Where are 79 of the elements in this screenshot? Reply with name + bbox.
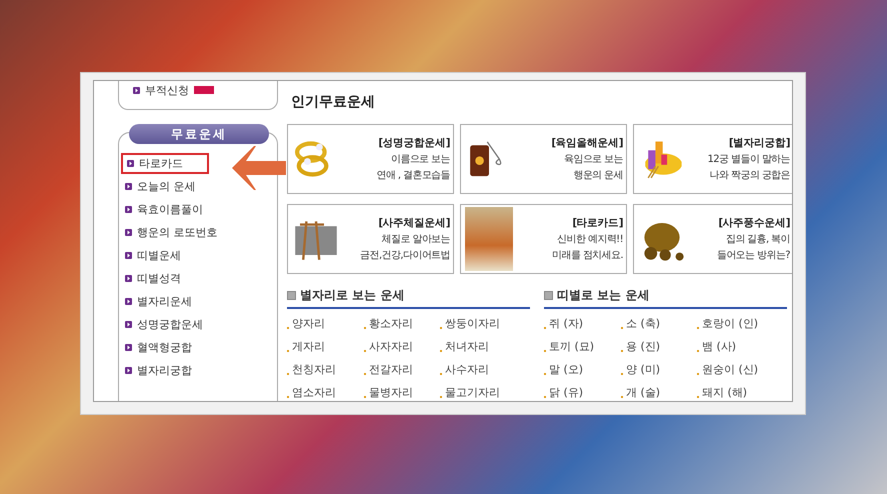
card-text: 들어오는 방위는?: [716, 249, 790, 262]
bullet-icon: [125, 229, 132, 236]
list-link[interactable]: 게자리: [292, 339, 325, 354]
menu-link[interactable]: 행운의 로또번호: [121, 222, 218, 243]
list-link[interactable]: 물고기자리: [445, 385, 500, 400]
card-title: [별자리궁합]: [728, 136, 790, 150]
list-link[interactable]: 뱀 (사): [702, 339, 736, 354]
card-title: [사주체질운세]: [378, 216, 450, 230]
list-link[interactable]: 닭 (유): [549, 385, 584, 400]
menu-link[interactable]: 별자리궁합: [121, 360, 209, 381]
card-title: [사주풍수운세]: [718, 216, 790, 230]
list-link[interactable]: 소 (축): [626, 316, 660, 331]
card-text: 미래를 점치세요.: [552, 249, 623, 262]
list-link[interactable]: 양 (미): [626, 362, 660, 377]
list-link[interactable]: 황소자리: [369, 316, 413, 331]
bullet-icon: [125, 275, 132, 282]
list-link[interactable]: 호랑이 (인): [702, 316, 758, 331]
bullet-icon: [125, 321, 132, 328]
menu-link[interactable]: 띠별성격: [121, 268, 209, 289]
list-link[interactable]: 처녀자리: [445, 339, 489, 354]
menu-link[interactable]: 타로카드: [121, 153, 209, 174]
list-link[interactable]: 사수자리: [445, 362, 489, 377]
list-link[interactable]: 용 (진): [626, 339, 660, 354]
card-text: 연애 , 결혼모습들: [376, 169, 450, 182]
bullet-icon: [133, 86, 140, 94]
card-text: 신비한 예지력!!: [557, 233, 623, 246]
card-text: 집의 길흉, 복이: [726, 233, 790, 246]
card[interactable]: [사주풍수운세] 집의 길흉, 복이 들어오는 방위는?: [633, 204, 792, 274]
bullet-icon: [125, 206, 132, 213]
list-link[interactable]: 돼지 (해): [702, 385, 748, 400]
card-text: 육임으로 보는: [564, 153, 623, 166]
section-title: 인기무료운세: [290, 93, 376, 111]
square-icon: [287, 290, 296, 300]
list-link[interactable]: 개 (술): [626, 385, 660, 400]
card-title: [성명궁합운세]: [378, 136, 450, 150]
card[interactable]: [사주체질운세] 체질로 알아보는 금전,건강,다이어트법: [287, 204, 454, 274]
card[interactable]: [타로카드] 신비한 예지력!! 미래를 점치세요.: [460, 204, 627, 274]
menu-link[interactable]: 오늘의 운세: [121, 176, 209, 197]
card-title: [육임올해운세]: [551, 136, 623, 150]
card[interactable]: [별자리궁합] 12궁 별들이 말하는 나와 짝궁의 궁합은: [633, 124, 792, 194]
card-picture: [465, 207, 513, 271]
list-link[interactable]: 사자자리: [369, 339, 413, 354]
menu-title: 무료운세: [129, 124, 269, 144]
menu-link[interactable]: 별자리운세: [121, 291, 209, 312]
menu-link[interactable]: 혈액형궁합: [121, 337, 209, 358]
card-title: [타로카드]: [572, 216, 623, 230]
card-text: 행운의 운세: [573, 169, 623, 182]
bullet-icon: [127, 160, 134, 167]
bullet-icon: [125, 252, 132, 259]
list-link[interactable]: 토끼 (묘): [549, 339, 594, 354]
badge: [194, 86, 214, 94]
list-link[interactable]: 양자리: [292, 316, 325, 331]
section-title: 별자리로 보는 운세: [300, 286, 404, 304]
list-link[interactable]: 쌍둥이자리: [445, 316, 500, 331]
card[interactable]: [성명궁합운세] 이름으로 보는 연애 , 결혼모습들: [287, 124, 454, 194]
list-link[interactable]: 물병자리: [369, 385, 413, 400]
card-text: 12궁 별들이 말하는: [708, 153, 790, 166]
menu-link[interactable]: 띠별운세: [121, 245, 209, 266]
list-link[interactable]: 천칭자리: [292, 362, 336, 377]
menu-link[interactable]: 성명궁합운세: [121, 314, 209, 335]
section-title: 띠별로 보는 운세: [557, 286, 650, 304]
list-link[interactable]: 전갈자리: [369, 362, 413, 377]
list-link[interactable]: 원숭이 (신): [702, 362, 758, 377]
list-link[interactable]: 말 (오): [549, 362, 584, 377]
card-text: 금전,건강,다이어트법: [360, 249, 450, 262]
list-link[interactable]: 염소자리: [292, 385, 336, 400]
bullet-icon: [125, 183, 132, 190]
square-icon: [544, 290, 553, 300]
list-link[interactable]: 쥐 (자): [549, 316, 584, 331]
sidebar-link[interactable]: 부적신청: [129, 82, 217, 98]
menu-link[interactable]: 육효이름풀이: [121, 199, 209, 220]
bullet-icon: [125, 367, 132, 374]
card-text: 체질로 알아보는: [382, 233, 450, 246]
card-text: 나와 짝궁의 궁합은: [710, 169, 790, 182]
arrow-icon: [232, 146, 286, 190]
bullet-icon: [125, 344, 132, 351]
card[interactable]: [육임올해운세] 육임으로 보는 행운의 운세: [460, 124, 627, 194]
bullet-icon: [125, 298, 132, 305]
card-text: 이름으로 보는: [391, 153, 450, 166]
